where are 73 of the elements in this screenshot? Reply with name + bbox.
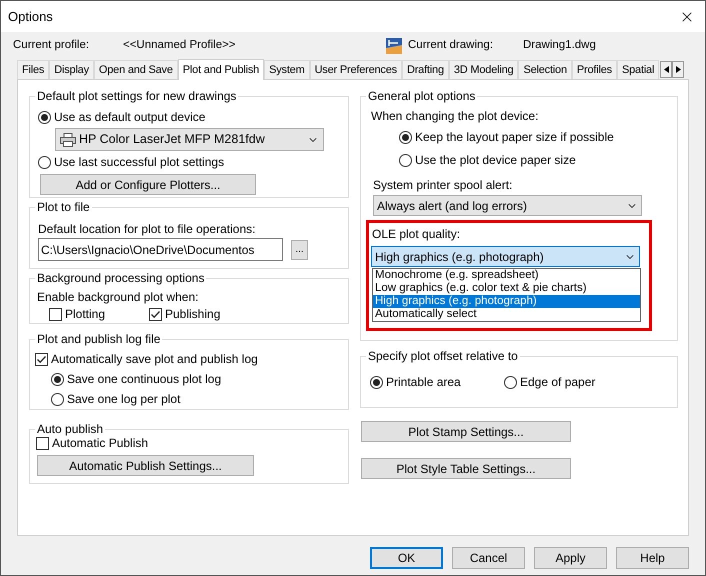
dropdown-option[interactable]: Monochrome (e.g. spreadsheet) (373, 269, 640, 282)
tab[interactable]: Files (17, 60, 50, 79)
tab[interactable]: Spatial (616, 60, 660, 79)
settings-button[interactable]: Plot Stamp Settings... (361, 421, 571, 442)
radio-button[interactable] (399, 154, 412, 166)
checkbox[interactable] (36, 436, 49, 450)
path-field[interactable]: C:\Users\Ignacio\OneDrive\Documentos (38, 238, 283, 261)
radio-label: Use last successful plot settings (54, 154, 224, 171)
settings-button[interactable]: Add or Configure Plotters... (40, 174, 256, 195)
dropdown-option[interactable]: Automatically select (373, 308, 640, 321)
group-title: Plot to file (35, 200, 92, 214)
checkbox[interactable] (35, 352, 48, 366)
tab[interactable]: 3D Modeling (448, 60, 518, 79)
tab[interactable]: Selection (518, 60, 572, 79)
dropdown-option[interactable]: High graphics (e.g. photograph) (373, 295, 640, 308)
group-label: When changing the plot device: (371, 108, 540, 125)
radio-button[interactable] (38, 156, 51, 168)
spool-dropdown[interactable]: Always alert (and log errors) (373, 195, 642, 216)
ole-dropdown[interactable]: High graphics (e.g. photograph) (371, 246, 640, 267)
tab[interactable]: Open and Save (94, 60, 178, 79)
dialog-button[interactable]: OK (370, 547, 443, 569)
settings-button[interactable]: Automatic Publish Settings... (37, 455, 254, 476)
settings-button[interactable]: Plot Style Table Settings... (361, 458, 571, 479)
checkbox[interactable] (149, 308, 162, 320)
group-title: Background processing options (35, 271, 206, 285)
radio-button[interactable] (504, 376, 517, 388)
printer-icon (60, 132, 76, 146)
tab[interactable]: Drafting (402, 60, 449, 79)
group-title: Plot and publish log file (35, 332, 162, 346)
group-label: Enable background plot when: (37, 289, 200, 304)
radio-label: Save one log per plot (67, 391, 180, 408)
checkbox-label: Plotting (65, 306, 106, 323)
scroll-left-icon[interactable] (660, 61, 672, 78)
device-dropdown[interactable]: HP Color LaserJet MFP M281fdw (55, 128, 324, 151)
tab[interactable]: Profiles (572, 60, 617, 79)
scroll-right-icon[interactable] (672, 61, 684, 78)
radio-label: Use as default output device (54, 109, 206, 126)
browse-button[interactable]: ... (291, 240, 308, 260)
group-title: Auto publish (35, 422, 106, 436)
checkbox-label: Automatically save plot and publish log (51, 351, 258, 368)
dialog-button[interactable]: Cancel (452, 547, 525, 569)
radio-label: Printable area (386, 374, 461, 391)
radio-button[interactable] (51, 372, 64, 386)
tab[interactable]: Display (49, 60, 94, 79)
drawing-file-icon (386, 38, 402, 54)
field-label: Default location for plot to file operations: (38, 221, 256, 238)
group-title: Default plot settings for new drawings (35, 89, 238, 103)
group-label: System printer spool alert: (373, 177, 514, 191)
radio-label: Save one continuous plot log (67, 371, 222, 388)
radio-button[interactable] (399, 130, 412, 144)
tab[interactable]: Plot and Publish (178, 59, 264, 80)
radio-button[interactable] (38, 110, 51, 124)
dropdown-option[interactable]: Low graphics (e.g. color text & pie charts) (373, 282, 640, 295)
profile-value: <<Unnamed Profile>> (123, 38, 237, 53)
drawing-label: Current drawing: (408, 38, 494, 53)
radio-label: Keep the layout paper size if possible (415, 129, 614, 146)
drawing-value: Drawing1.dwg (523, 38, 596, 53)
window-title: Options (8, 8, 53, 26)
checkbox-label: Publishing (165, 306, 220, 323)
group-label: OLE plot quality: (372, 226, 462, 243)
group-title: Specify plot offset relative to (366, 349, 520, 363)
checkbox[interactable] (49, 308, 62, 320)
dialog-button[interactable]: Help (616, 547, 689, 569)
checkbox-label: Automatic Publish (52, 436, 148, 452)
radio-button[interactable] (51, 392, 64, 406)
tab[interactable]: System (264, 60, 310, 79)
group-title: General plot options (366, 89, 478, 103)
tab[interactable]: User Preferences (310, 60, 402, 79)
radio-label: Edge of paper (520, 374, 596, 391)
profile-label: Current profile: (13, 38, 90, 53)
radio-label: Use the plot device paper size (415, 152, 576, 169)
radio-button[interactable] (370, 376, 383, 388)
dialog-button[interactable]: Apply (534, 547, 607, 569)
